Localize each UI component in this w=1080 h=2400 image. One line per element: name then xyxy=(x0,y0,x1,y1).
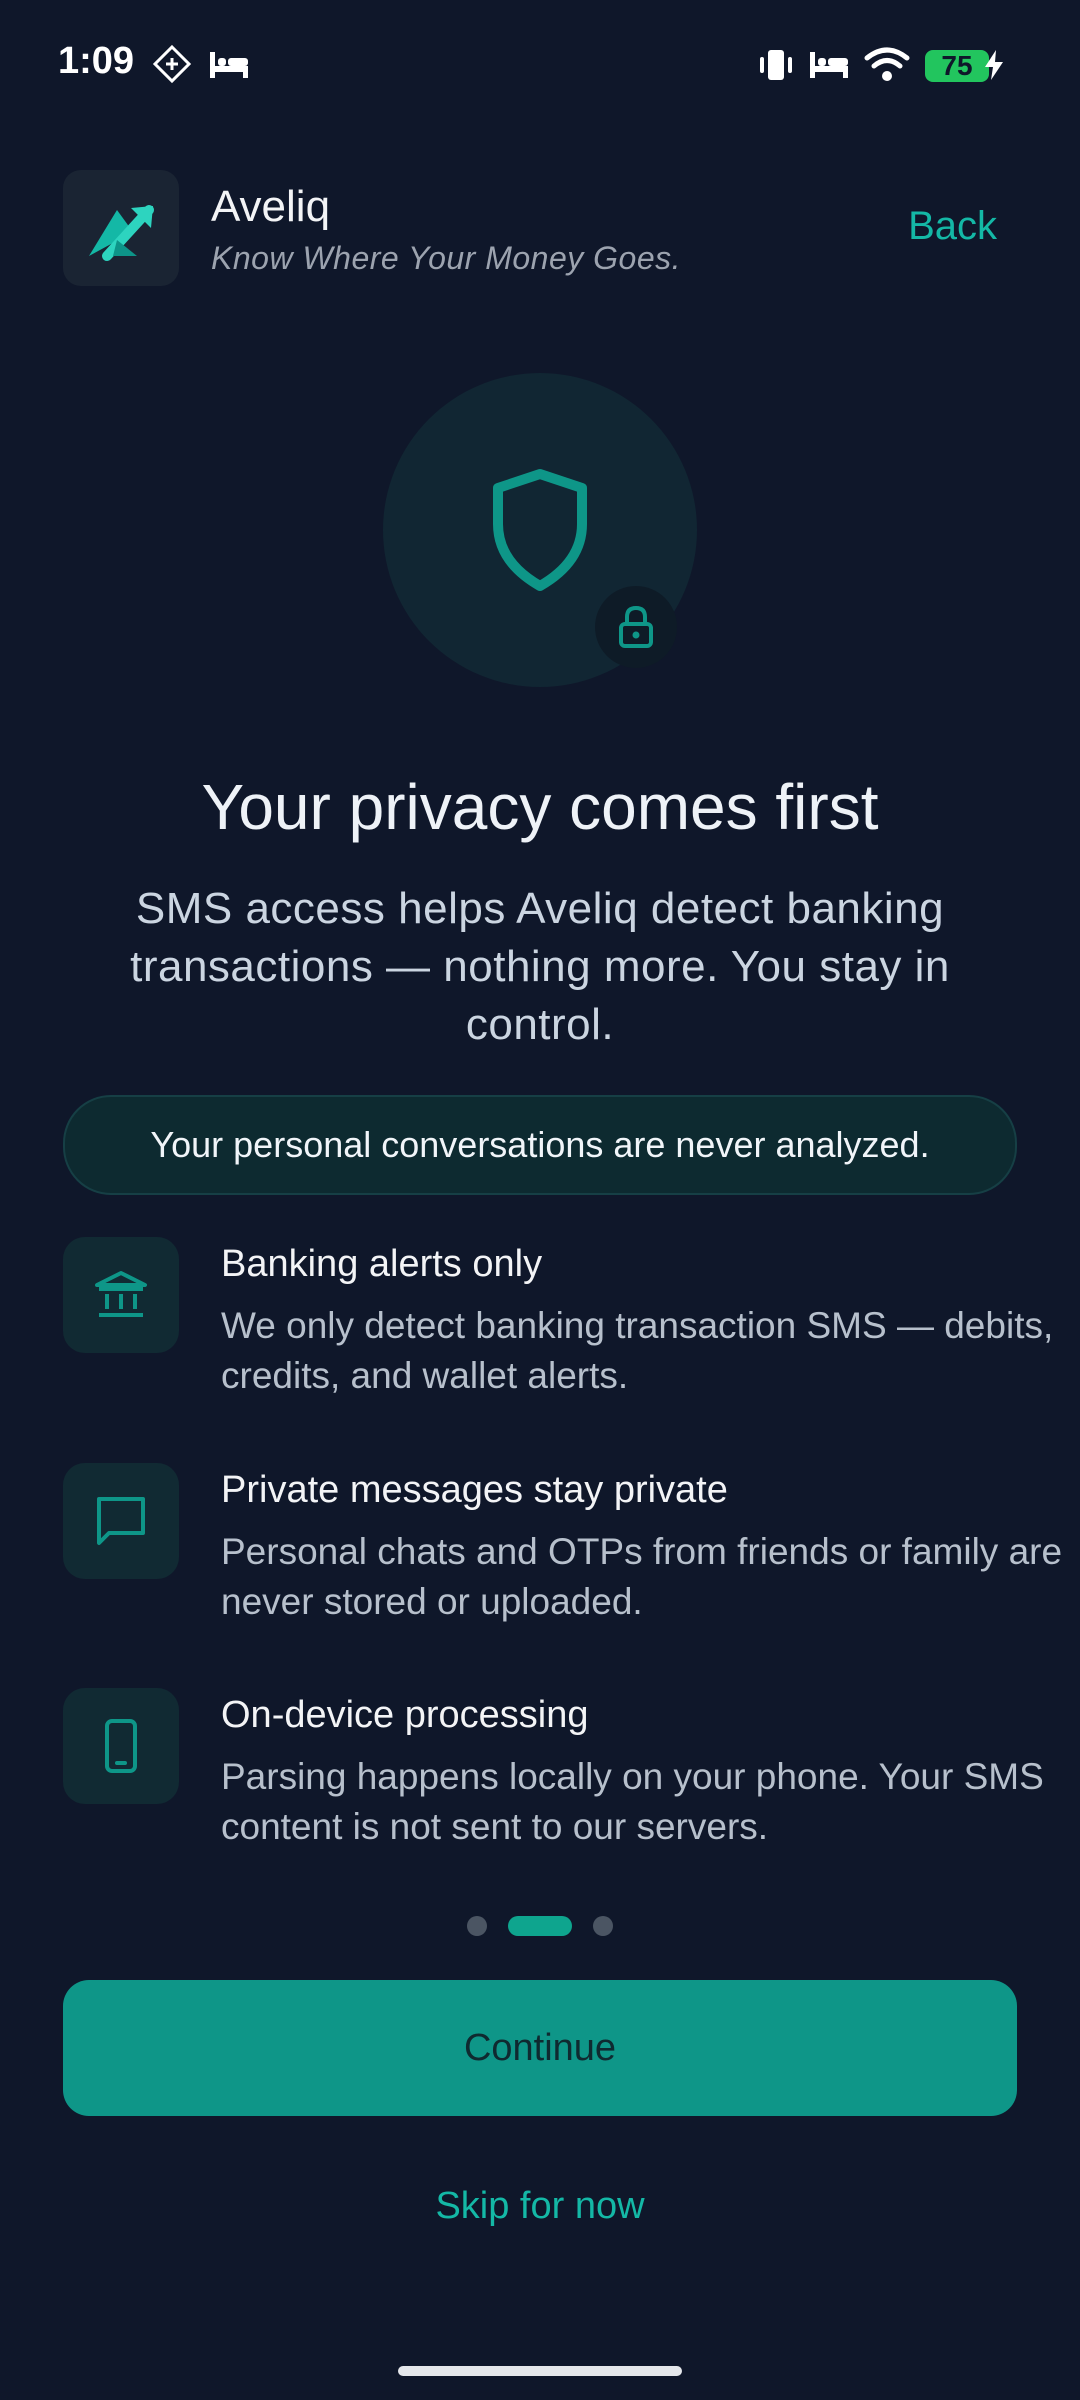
page-title: Your privacy comes first xyxy=(201,771,879,843)
skip-for-now-link[interactable]: Skip for now xyxy=(0,2185,1080,2228)
bank-icon xyxy=(95,1271,147,1317)
app-header: Aveliq Know Where Your Money Goes. Back xyxy=(63,170,1017,288)
page-dot-2-active xyxy=(508,1916,572,1936)
feature-on-device-processing: On-device processing Parsing happens loc… xyxy=(63,1688,1044,1847)
shield-icon xyxy=(493,469,587,591)
feature-icon-container xyxy=(63,1688,179,1804)
feature-icon-container xyxy=(63,1463,179,1579)
phone-icon xyxy=(105,1719,137,1773)
continue-button[interactable]: Continue xyxy=(63,1980,1017,2116)
feature-description: Parsing happens locally on your phone. Y… xyxy=(221,1756,1044,1847)
page-dot-1 xyxy=(467,1916,487,1936)
back-button[interactable]: Back xyxy=(908,204,997,249)
app-logo xyxy=(63,170,179,286)
feature-title: On-device processing xyxy=(221,1694,589,1736)
feature-private-messages: Private messages stay private Personal c… xyxy=(63,1463,1062,1622)
feature-description: Personal chats and OTPs from friends or … xyxy=(221,1531,1063,1622)
lock-badge xyxy=(595,586,677,668)
feature-icon-container xyxy=(63,1237,179,1353)
charging-icon xyxy=(985,50,1003,80)
battery-indicator: 75 xyxy=(925,50,989,82)
status-bar: 1:09 75 xyxy=(0,0,1080,130)
privacy-highlight-badge: Your personal conversations are never an… xyxy=(63,1095,1017,1195)
feature-description: We only detect banking transaction SMS —… xyxy=(221,1305,1054,1396)
bed-icon xyxy=(810,52,848,78)
home-indicator[interactable] xyxy=(398,2366,682,2376)
feature-title: Private messages stay private xyxy=(221,1469,728,1511)
message-icon xyxy=(97,1497,145,1545)
aveliq-logo-icon xyxy=(89,205,154,261)
feature-banking-alerts: Banking alerts only We only detect banki… xyxy=(63,1237,1053,1396)
lock-icon xyxy=(619,605,653,648)
app-name: Aveliq xyxy=(211,182,331,231)
wifi-icon xyxy=(864,47,910,81)
page-subtitle: SMS access helps Aveliq detect banking t… xyxy=(130,884,950,1049)
bed-icon xyxy=(210,52,248,78)
vibrate-icon xyxy=(760,50,792,80)
feature-title: Banking alerts only xyxy=(221,1243,543,1285)
app-tagline: Know Where Your Money Goes. xyxy=(211,240,682,276)
page-indicator xyxy=(0,1914,1080,1938)
status-time: 1:09 xyxy=(58,40,135,82)
navigation-diamond-icon xyxy=(152,44,192,84)
page-dot-3 xyxy=(593,1916,613,1936)
